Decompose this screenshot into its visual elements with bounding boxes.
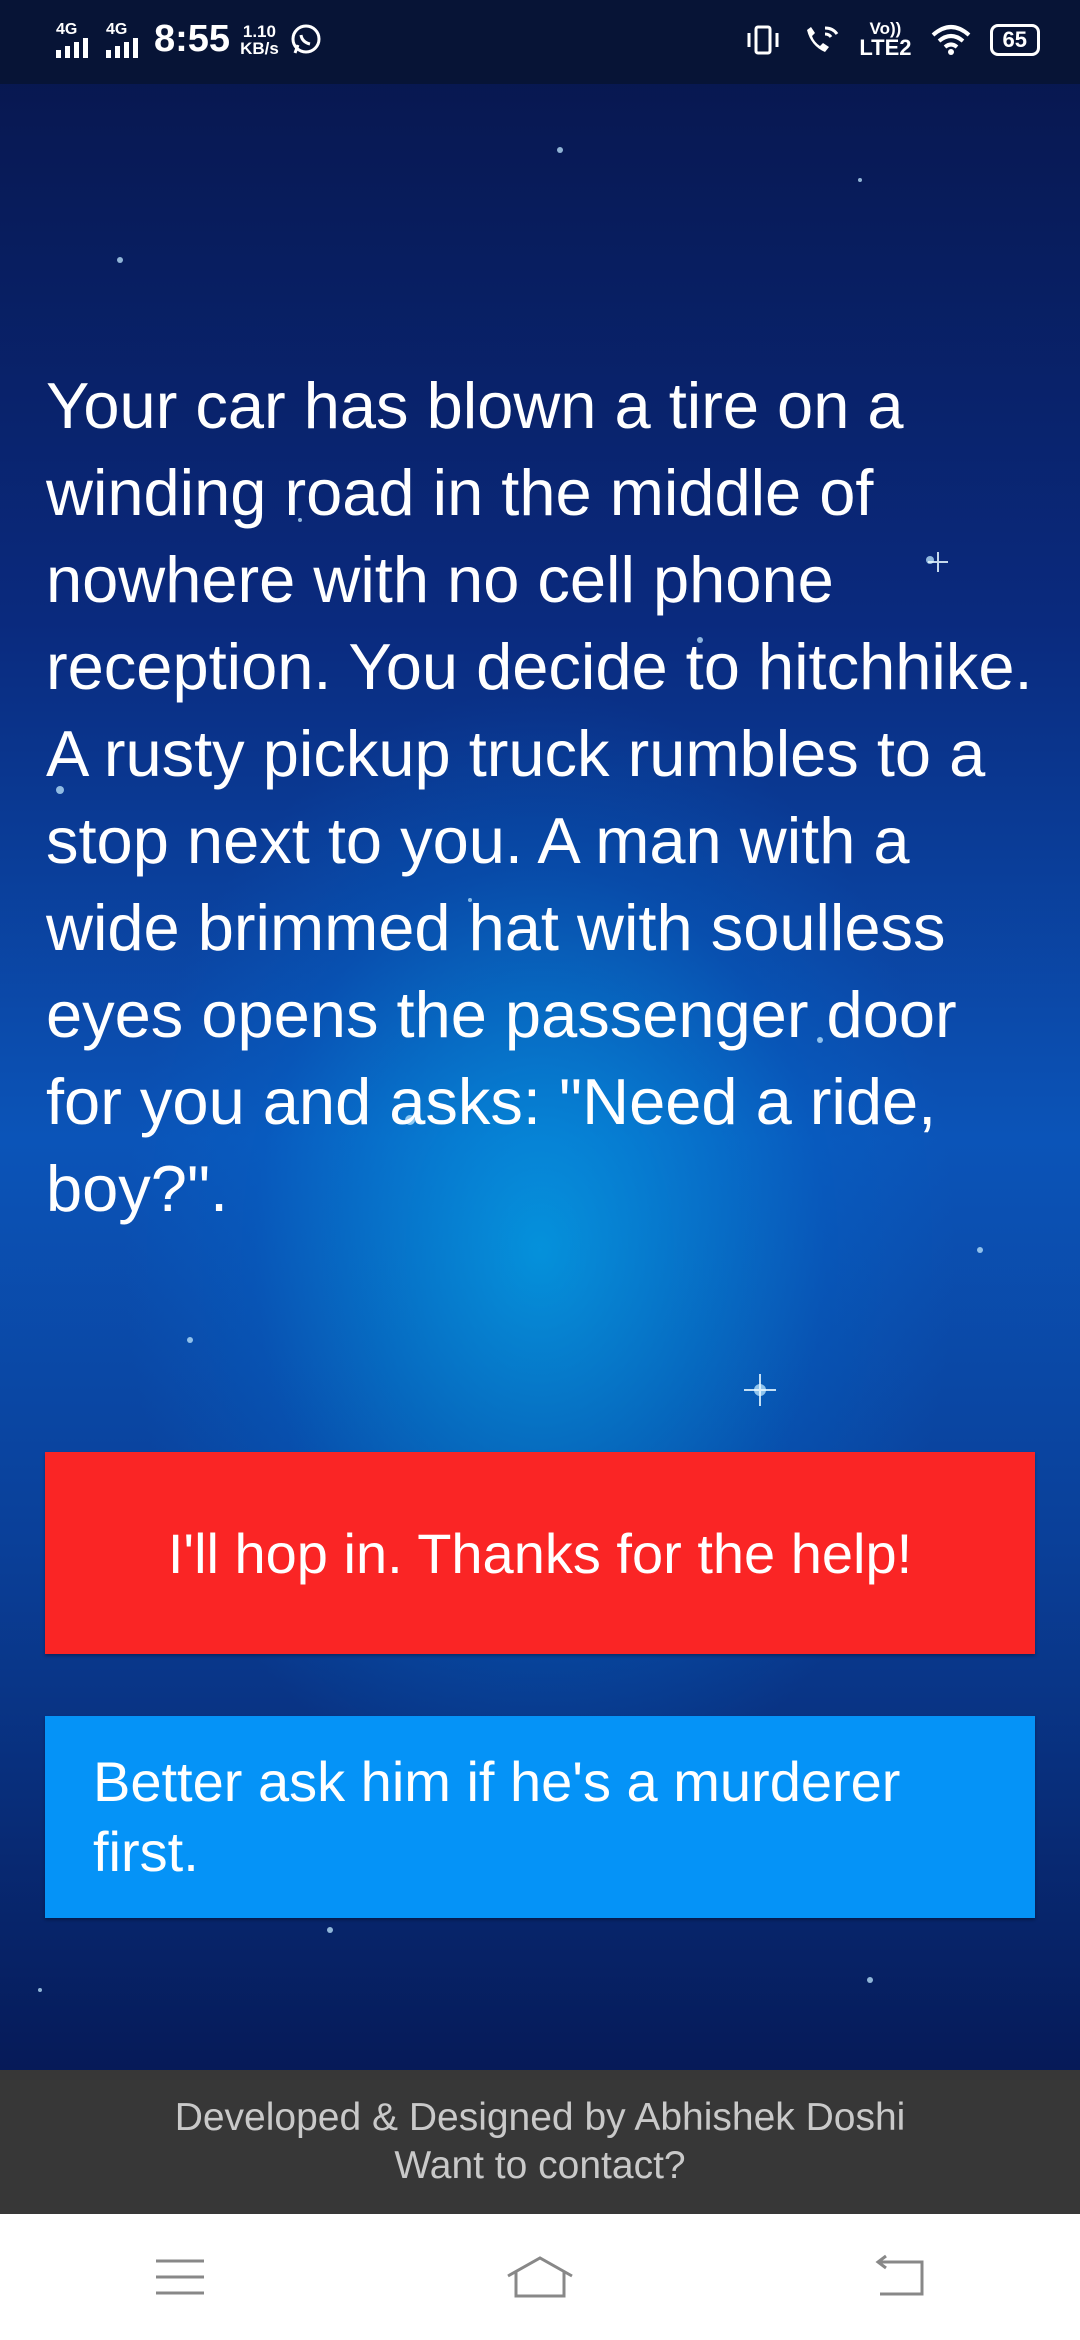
whatsapp-icon — [291, 24, 321, 54]
developer-credit: Developed & Designed by Abhishek Doshi — [174, 2096, 906, 2139]
battery-icon: 65 — [989, 23, 1040, 56]
system-nav-bar — [0, 2214, 1080, 2340]
footer: Developed & Designed by Abhishek Doshi W… — [0, 2070, 1080, 2214]
signal-2: 4G — [106, 21, 138, 58]
back-icon — [875, 2254, 924, 2296]
signal-1: 4G — [56, 21, 88, 58]
menu-button[interactable] — [110, 2232, 250, 2322]
vibrate-icon — [747, 25, 779, 54]
menu-icon — [156, 2259, 204, 2295]
home-icon — [507, 2256, 573, 2298]
choice-label: I'll hop in. Thanks for the help! — [167, 1521, 913, 1585]
choice-button-hop-in[interactable]: I'll hop in. Thanks for the help! — [45, 1452, 1035, 1654]
back-button[interactable] — [830, 2232, 970, 2322]
network-speed: 1.10 KB/s — [240, 21, 279, 58]
choice-label: Better ask him if he's a murderer first. — [93, 1750, 901, 1883]
signal-bars-icon — [106, 37, 138, 58]
wifi-calling-icon — [807, 26, 839, 52]
lte-indicator: Vo)) LTE2 — [859, 19, 912, 60]
wifi-icon — [931, 24, 970, 55]
story-text: Your car has blown a tire on a winding r… — [46, 369, 1033, 1225]
contact-link[interactable]: Want to contact? — [0, 2142, 1080, 2190]
status-bar: 4G 4G 8:55 1.10 KB/s Vo)) LTE2 65 — [0, 0, 1080, 84]
home-button[interactable] — [470, 2232, 610, 2322]
choice-button-ask-murderer[interactable]: Better ask him if he's a murderer first. — [45, 1716, 1035, 1918]
signal-bars-icon — [56, 37, 88, 58]
clock: 8:55 — [154, 18, 231, 60]
